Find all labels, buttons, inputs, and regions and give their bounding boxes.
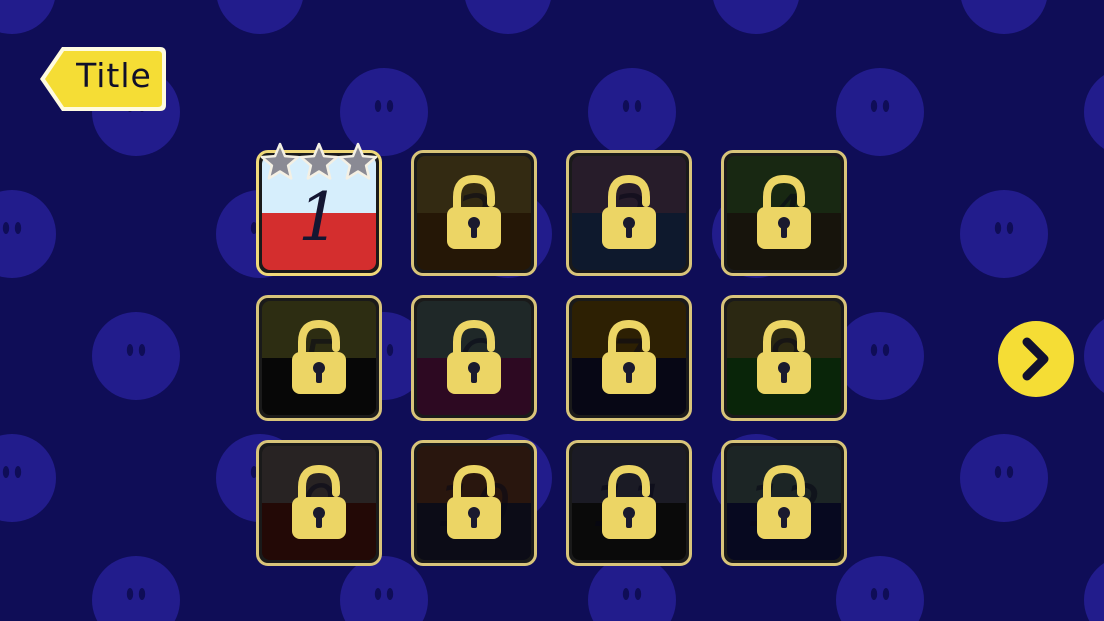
background-face-icon: [836, 68, 924, 156]
level-number: 1: [298, 179, 340, 256]
background-face-icon: [961, 0, 1047, 34]
background-face-icon: [1084, 319, 1104, 393]
star-empty-icon: [299, 142, 339, 180]
level-tile-8[interactable]: 8: [721, 295, 847, 421]
background-face-icon: [0, 434, 56, 522]
background-face-icon: [713, 0, 799, 34]
background-face-icon: [836, 556, 924, 621]
level-tile-10[interactable]: 10: [411, 440, 537, 566]
title-button[interactable]: Title: [38, 45, 168, 113]
level-tile-12[interactable]: 12: [721, 440, 847, 566]
background-face-icon: [92, 556, 180, 621]
level-tile-4[interactable]: 4: [721, 150, 847, 276]
padlock-icon: [447, 319, 501, 394]
level-tile-7[interactable]: 7: [566, 295, 692, 421]
level-grid: 12 3 4 5 6 7: [256, 150, 847, 566]
background-face-icon: [588, 68, 676, 156]
padlock-icon: [602, 174, 656, 249]
padlock-icon: [447, 174, 501, 249]
padlock-icon: [292, 464, 346, 539]
background-face-icon: [217, 0, 303, 34]
background-face-icon: [960, 190, 1048, 278]
padlock-icon: [602, 464, 656, 539]
level-tile-11[interactable]: 11: [566, 440, 692, 566]
background-face-icon: [92, 312, 180, 400]
background-face-icon: [1084, 75, 1104, 149]
level-tile-6[interactable]: 6: [411, 295, 537, 421]
background-face-icon: [0, 190, 56, 278]
chevron-right-icon: [998, 321, 1074, 397]
padlock-icon: [757, 464, 811, 539]
level-tile-2[interactable]: 2: [411, 150, 537, 276]
level-tile-5[interactable]: 5: [256, 295, 382, 421]
next-page-button[interactable]: [997, 320, 1075, 398]
background-face-icon: [0, 0, 55, 34]
star-empty-icon: [338, 142, 378, 180]
padlock-icon: [757, 319, 811, 394]
padlock-icon: [757, 174, 811, 249]
level-tile-3[interactable]: 3: [566, 150, 692, 276]
padlock-icon: [602, 319, 656, 394]
background-face-icon: [960, 434, 1048, 522]
background-face-icon: [465, 0, 551, 34]
level-1-stars: [260, 142, 378, 180]
padlock-icon: [447, 464, 501, 539]
background-face-icon: [836, 312, 924, 400]
star-empty-icon: [260, 142, 300, 180]
padlock-icon: [292, 319, 346, 394]
background-face-icon: [1084, 563, 1104, 621]
level-tile-9[interactable]: 9: [256, 440, 382, 566]
title-button-label: Title: [76, 56, 152, 95]
